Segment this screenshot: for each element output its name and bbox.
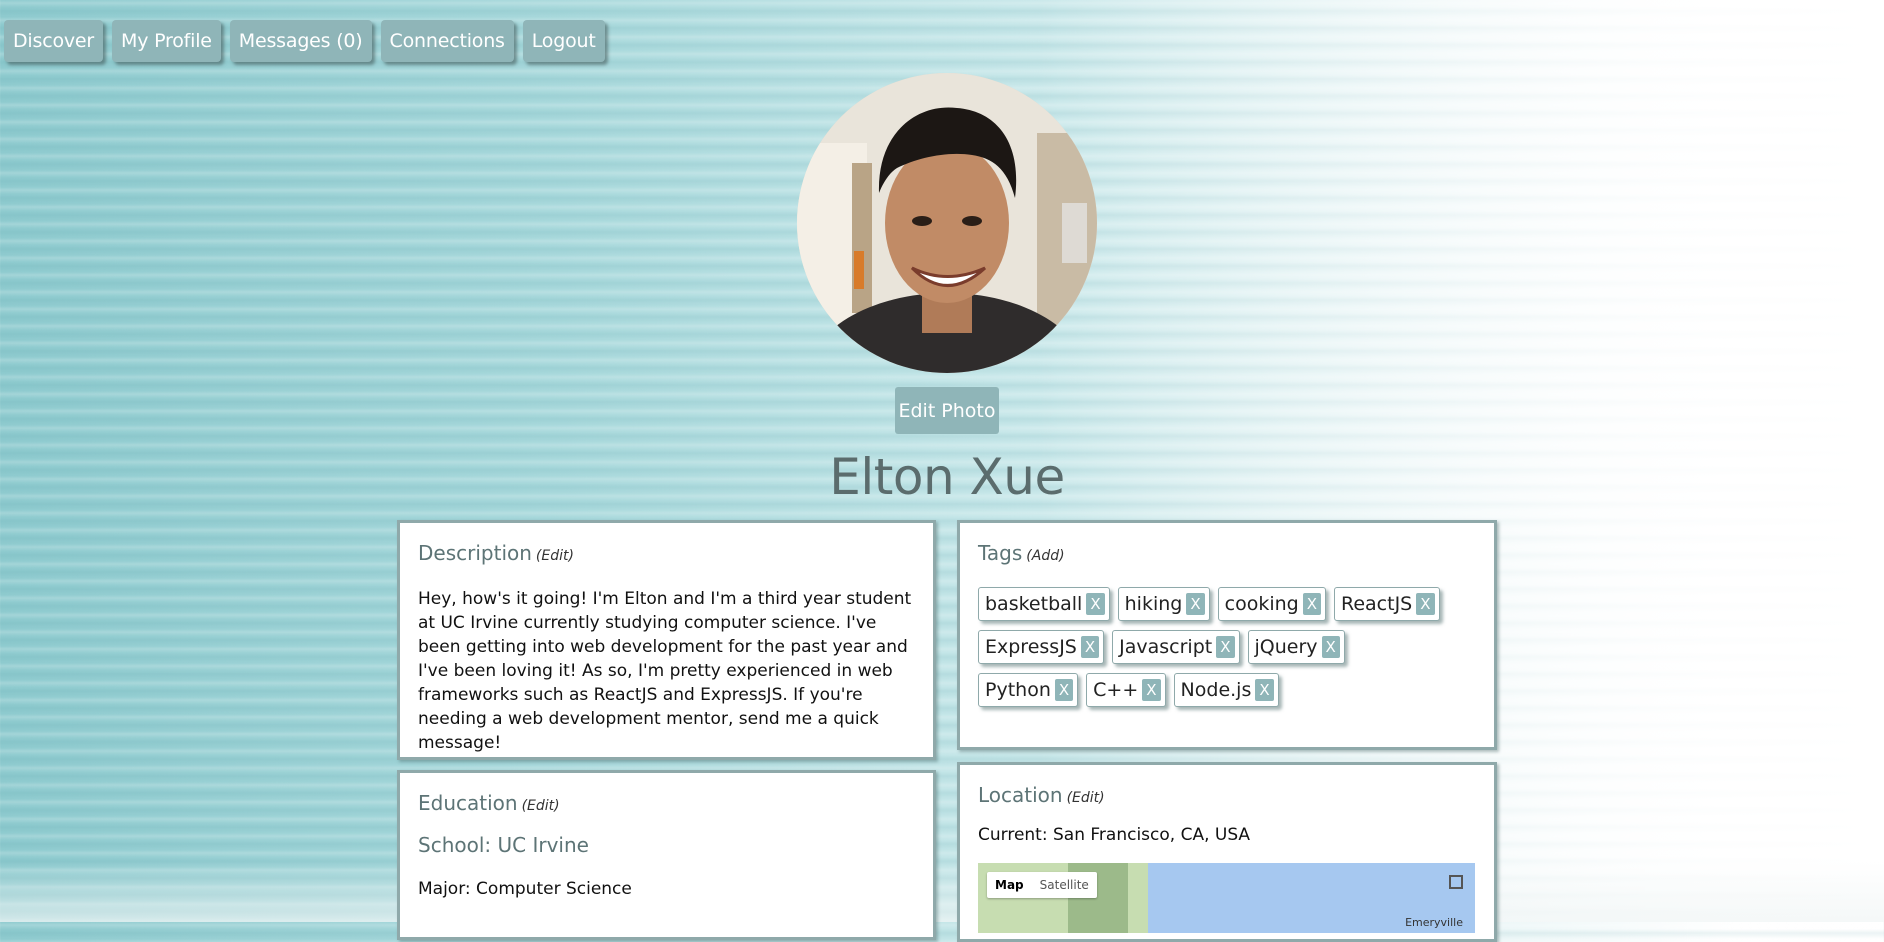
map-type-toggle: Map Satellite [987, 872, 1097, 898]
tag-remove-button[interactable]: X [1054, 679, 1074, 701]
tag-remove-button[interactable]: X [1080, 636, 1100, 658]
tag-label: Python [985, 679, 1051, 701]
tag-remove-button[interactable]: X [1416, 593, 1435, 615]
education-edit-link[interactable]: (Edit) [522, 798, 560, 814]
tag-label: Javascript [1119, 636, 1213, 658]
education-title-row: Education (Edit) [418, 791, 915, 815]
tag-label: basketball [985, 593, 1083, 615]
description-title-row: Description (Edit) [418, 541, 915, 565]
location-title: Location [978, 783, 1063, 807]
nav-discover-button[interactable]: Discover [4, 20, 104, 62]
profile-name: Elton Xue [829, 448, 1065, 506]
major-row: Major: Computer Science [418, 879, 915, 899]
tag-label: jQuery [1254, 636, 1318, 658]
tag-item: Javascript X [1112, 630, 1240, 664]
description-title: Description [418, 541, 532, 565]
tag-label: ReactJS [1341, 593, 1413, 615]
tag-item: hiking X [1117, 587, 1210, 621]
description-text: Hey, how's it going! I'm Elton and I'm a… [418, 589, 912, 753]
tag-label: Node.js [1180, 679, 1252, 701]
map-view-button[interactable]: Map [987, 872, 1032, 898]
nav-messages-button[interactable]: Messages (0) [229, 20, 372, 62]
location-map[interactable]: Map Satellite Emeryville [978, 863, 1475, 933]
major-label: Major: [418, 879, 471, 899]
tag-remove-button[interactable]: X [1255, 679, 1274, 701]
description-panel: Description (Edit) Hey, how's it going! I… [397, 520, 936, 760]
education-title: Education [418, 791, 518, 815]
edit-photo-button[interactable]: Edit Photo [895, 387, 999, 434]
tag-remove-button[interactable]: X [1086, 593, 1105, 615]
major-value: Computer Science [476, 879, 632, 899]
nav-connections-button[interactable]: Connections [380, 20, 514, 62]
satellite-view-button[interactable]: Satellite [1032, 872, 1097, 898]
tag-item: ReactJS X [1334, 587, 1440, 621]
tag-remove-button[interactable]: X [1321, 636, 1340, 658]
description-edit-link[interactable]: (Edit) [536, 548, 574, 564]
location-edit-link[interactable]: (Edit) [1067, 790, 1105, 806]
top-nav: Discover My Profile Messages (0) Connect… [4, 20, 605, 62]
nav-logout-button[interactable]: Logout [522, 20, 605, 62]
nav-my-profile-button[interactable]: My Profile [112, 20, 221, 62]
current-location-value: San Francisco, CA, USA [1052, 825, 1251, 845]
tags-add-link[interactable]: (Add) [1026, 548, 1064, 564]
location-panel: Location (Edit) Current: San Francisco, C… [957, 762, 1497, 942]
tag-label: ExpressJS [985, 636, 1077, 658]
tag-item: C++ X [1086, 673, 1166, 707]
tag-list: basketball X hiking X cooking X ReactJS X Ex… [978, 587, 1448, 707]
tag-item: jQuery X [1247, 630, 1345, 664]
tag-item: cooking X [1217, 587, 1326, 621]
current-location-row: Current: San Francisco, CA, USA [978, 825, 1476, 845]
tags-title-row: Tags (Add) [978, 541, 1476, 565]
tags-title: Tags [978, 541, 1023, 565]
current-location-label: Current: [978, 825, 1048, 845]
tag-remove-button[interactable]: X [1186, 593, 1205, 615]
tag-item: ExpressJS X [978, 630, 1105, 664]
tag-remove-button[interactable]: X [1142, 679, 1161, 701]
tag-item: Node.js X [1173, 673, 1279, 707]
tag-label: cooking [1224, 593, 1299, 615]
profile-avatar [797, 73, 1097, 373]
tag-remove-button[interactable]: X [1216, 636, 1235, 658]
education-panel: Education (Edit) School: UC Irvine Major:… [397, 770, 936, 940]
tag-remove-button[interactable]: X [1302, 593, 1321, 615]
background-bottom-fade [0, 862, 1884, 922]
tag-item: basketball X [978, 587, 1110, 621]
school-value: UC Irvine [497, 833, 589, 857]
fullscreen-icon[interactable] [1449, 875, 1463, 889]
tags-panel: Tags (Add) basketball X hiking X cooking X R… [957, 520, 1497, 750]
location-title-row: Location (Edit) [978, 783, 1476, 807]
tag-label: hiking [1124, 593, 1183, 615]
tag-item: Python X [978, 673, 1079, 707]
tag-label: C++ [1093, 679, 1139, 701]
school-row: School: UC Irvine [418, 833, 915, 857]
map-city-label: Emeryville [1405, 916, 1463, 929]
school-label: School: [418, 833, 492, 857]
